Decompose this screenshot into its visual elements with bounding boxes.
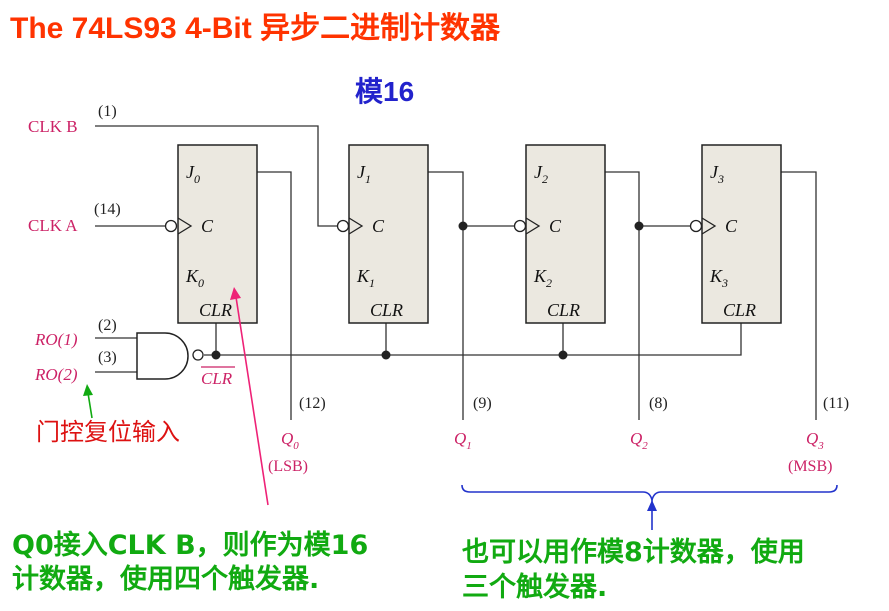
clock-bubble — [164, 219, 178, 233]
clr-label: CLR — [199, 300, 232, 320]
ro1-pin: (2) — [98, 317, 117, 334]
flip-flop-1: J1 C K1 CLR — [336, 144, 429, 324]
junction-dot — [634, 221, 644, 231]
q0-label: Q — [281, 429, 293, 448]
j-index: 0 — [194, 172, 200, 186]
nand-bubble — [192, 349, 204, 361]
nand-body — [136, 332, 189, 380]
junction-dot — [211, 350, 221, 360]
q1-wire — [428, 171, 464, 420]
mod16-note-line2: 计数器，使用四个触发器. — [12, 563, 319, 595]
clock-bubble — [513, 219, 527, 233]
svg-text:Q1: Q1 — [454, 429, 472, 452]
mod8-brace — [461, 484, 838, 501]
green-arrow-line — [87, 392, 93, 419]
clk-a-pin: (14) — [94, 201, 121, 218]
clr-label: CLR — [370, 300, 403, 320]
svg-text:Q0: Q0 — [281, 429, 299, 452]
gated-reset-note: 门控复位输入 — [36, 418, 180, 446]
junction-dot — [381, 350, 391, 360]
clk-b-label: CLK B — [28, 117, 78, 136]
k-index: 0 — [198, 276, 204, 290]
q3-index: 3 — [817, 440, 824, 452]
junction-dot — [458, 221, 468, 231]
lsb-note: (LSB) — [268, 458, 308, 475]
c-label: C — [201, 216, 214, 236]
c-label: C — [372, 216, 385, 236]
q0-pin: (12) — [299, 395, 326, 412]
mod16-note-line1: Q0接入CLK B，则作为模16 — [12, 530, 368, 561]
q2-wire — [605, 171, 640, 420]
c-label: C — [725, 216, 738, 236]
page-title: The 74LS93 4-Bit 异步二进制计数器 — [10, 12, 501, 45]
clr-label: CLR — [723, 300, 756, 320]
pink-arrow-line — [235, 296, 269, 506]
j-index: 2 — [542, 172, 548, 186]
k-index: 2 — [546, 276, 552, 290]
q2-index: 2 — [642, 440, 648, 452]
k-index: 3 — [721, 276, 728, 290]
j-index: 1 — [365, 172, 371, 186]
q0-wire — [257, 171, 292, 420]
clk-b-pin: (1) — [98, 103, 117, 120]
q0-index: 0 — [293, 440, 299, 452]
q2-pin: (8) — [649, 395, 668, 412]
clr-bar-label: CLR — [201, 369, 233, 388]
ro2-pin: (3) — [98, 349, 117, 366]
k-label: K — [356, 266, 370, 286]
nand-gate — [136, 332, 204, 380]
q3-wire — [781, 171, 817, 420]
counter-diagram: The 74LS93 4-Bit 异步二进制计数器 模16 J0 C K0 CL… — [10, 12, 849, 603]
flip-flop-3: J3 C K3 CLR — [689, 144, 782, 324]
k-label: K — [185, 266, 199, 286]
ro2-label: RO(2) — [34, 365, 78, 384]
modulus-subtitle: 模16 — [355, 76, 414, 107]
flip-flop-2: J2 C K2 CLR — [513, 144, 606, 324]
q1-label: Q — [454, 429, 466, 448]
q3-pin: (11) — [823, 395, 849, 412]
k-index: 1 — [369, 276, 375, 290]
ro1-label: RO(1) — [34, 330, 78, 349]
clock-bubble — [689, 219, 703, 233]
green-arrow-head — [83, 384, 93, 396]
clock-bubble — [336, 219, 350, 233]
q1-pin: (9) — [473, 395, 492, 412]
clr-bus-wire — [204, 323, 742, 356]
flip-flop-0: J0 C K0 CLR — [164, 144, 258, 324]
q1-index: 1 — [466, 440, 472, 452]
k-label: K — [709, 266, 723, 286]
junction-dot — [558, 350, 568, 360]
clr-label: CLR — [547, 300, 580, 320]
svg-text:Q2: Q2 — [630, 429, 648, 452]
brace-pointer-head — [647, 500, 657, 511]
k-label: K — [533, 266, 547, 286]
svg-text:Q3: Q3 — [806, 429, 824, 452]
j-index: 3 — [717, 172, 724, 186]
c-label: C — [549, 216, 562, 236]
q2-label: Q — [630, 429, 642, 448]
q3-label: Q — [806, 429, 818, 448]
clk-a-label: CLK A — [28, 216, 78, 235]
mod8-note-line2: 三个触发器. — [462, 571, 607, 603]
msb-note: (MSB) — [788, 458, 832, 475]
mod8-note-line1: 也可以用作模8计数器，使用 — [462, 537, 805, 568]
